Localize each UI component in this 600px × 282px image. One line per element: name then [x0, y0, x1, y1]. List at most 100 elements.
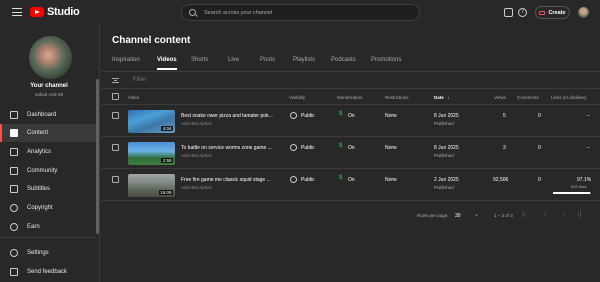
- channel-title: Your channel: [30, 83, 68, 89]
- column-video: Video: [128, 95, 140, 100]
- sidebar-item-label: Earn: [27, 224, 40, 230]
- monetization-value[interactable]: On: [348, 177, 355, 183]
- tab-promotions[interactable]: Promotions: [371, 57, 401, 63]
- content-icon: [10, 129, 18, 137]
- previous-page-icon[interactable]: ‹: [544, 211, 546, 218]
- messages-icon[interactable]: [504, 8, 513, 17]
- column-likes[interactable]: Likes (vs dislikes): [551, 95, 586, 100]
- column-date[interactable]: Date: [434, 95, 444, 100]
- duration-badge: 2:59: [161, 158, 173, 163]
- views-value: 5: [503, 113, 506, 119]
- page-range: 1 – 3 of 3: [494, 213, 513, 218]
- tab-podcasts[interactable]: Podcasts: [331, 57, 356, 63]
- chevron-down-icon[interactable]: ⌄: [474, 211, 479, 218]
- help-icon[interactable]: ?: [518, 8, 527, 17]
- duration-badge: 16:09: [158, 190, 173, 195]
- publish-status: Published: [434, 185, 454, 190]
- content-tabs: Inspiration Videos Shorts Live Posts Pla…: [101, 57, 600, 71]
- sidebar-item-analytics[interactable]: Analytics: [0, 143, 96, 161]
- comments-value: 0: [538, 145, 541, 151]
- sidebar: Your channel sahad cmk 69 Dashboard Cont…: [0, 24, 100, 282]
- menu-icon[interactable]: [12, 8, 22, 16]
- filter-input[interactable]: Filter: [133, 77, 146, 83]
- monetization-value[interactable]: On: [348, 145, 355, 151]
- video-thumbnail[interactable]: 2:59: [128, 142, 175, 165]
- table-row[interactable]: 2:59 To battle on service worms zone gam…: [101, 138, 600, 169]
- visibility-value[interactable]: Public: [301, 113, 315, 119]
- sidebar-item-content[interactable]: Content: [0, 124, 96, 142]
- tab-live[interactable]: Live: [228, 57, 239, 63]
- column-views[interactable]: Views: [494, 95, 506, 100]
- copyright-icon: [10, 204, 18, 212]
- column-comments[interactable]: Comments: [517, 95, 539, 100]
- active-tab-indicator: [157, 68, 177, 70]
- sidebar-item-feedback[interactable]: Send feedback: [0, 263, 96, 281]
- date-value: 2 Jun 2025: [434, 177, 459, 183]
- views-value: 3: [503, 145, 506, 151]
- sidebar-item-community[interactable]: Community: [0, 162, 96, 180]
- table-row[interactable]: 4:04 Best snake ower pizza and tamater p…: [101, 106, 600, 137]
- sort-arrow-icon[interactable]: ↓: [447, 95, 449, 100]
- top-bar: Studio Search across your channel ? Crea…: [0, 0, 600, 24]
- search-input[interactable]: Search across your channel: [181, 4, 420, 21]
- sidebar-item-label: Copyright: [27, 205, 53, 211]
- create-button[interactable]: Create: [535, 6, 570, 19]
- table-row[interactable]: 16:09 Free fire game me classic squid st…: [101, 170, 600, 201]
- search-placeholder: Search across your channel: [204, 9, 273, 16]
- video-thumbnail[interactable]: 4:04: [128, 110, 175, 133]
- select-all-checkbox[interactable]: [112, 93, 119, 100]
- publish-status: Published: [434, 153, 454, 158]
- column-monetization[interactable]: Monetization: [337, 95, 363, 100]
- likes-value: 97.1%: [577, 177, 592, 183]
- table-header: Video Visibility Monetization Restrictio…: [101, 90, 600, 105]
- duration-badge: 4:04: [161, 126, 173, 131]
- tab-inspiration[interactable]: Inspiration: [112, 57, 140, 63]
- rows-per-page-select[interactable]: 30: [455, 213, 461, 219]
- tab-shorts[interactable]: Shorts: [191, 57, 208, 63]
- tab-videos[interactable]: Videos: [157, 57, 177, 63]
- dashboard-icon: [10, 111, 18, 119]
- account-avatar[interactable]: [578, 7, 589, 18]
- earn-icon: [10, 223, 18, 231]
- pagination: Rows per page: 30 ⌄ 1 – 3 of 3 |‹ ‹ › ›|: [101, 208, 600, 223]
- globe-icon: [290, 144, 297, 151]
- studio-logo[interactable]: Studio: [30, 6, 80, 18]
- next-page-icon[interactable]: ›: [563, 211, 565, 218]
- column-restrictions[interactable]: Restrictions: [385, 95, 409, 100]
- tab-playlists[interactable]: Playlists: [293, 57, 315, 63]
- sidebar-item-dashboard[interactable]: Dashboard: [0, 106, 96, 124]
- sidebar-item-settings[interactable]: Settings: [0, 244, 96, 262]
- sidebar-divider: [0, 237, 96, 238]
- video-description[interactable]: Add description: [181, 153, 212, 158]
- like-ratio-bar: [553, 192, 591, 194]
- last-page-icon[interactable]: ›|: [577, 211, 581, 218]
- video-title[interactable]: Free fire game me classic squid stage ..…: [181, 177, 277, 183]
- dollar-icon: $: [339, 143, 343, 149]
- subtitles-icon: [10, 185, 18, 193]
- row-checkbox[interactable]: [112, 176, 119, 183]
- likes-count: 839 likes: [571, 184, 587, 189]
- sidebar-item-label: Analytics: [27, 149, 52, 155]
- column-visibility[interactable]: Visibility: [289, 95, 305, 100]
- video-thumbnail[interactable]: 16:09: [128, 174, 175, 197]
- visibility-value[interactable]: Public: [301, 145, 315, 151]
- rows-per-page-label: Rows per page:: [417, 213, 449, 218]
- monetization-value[interactable]: On: [348, 113, 355, 119]
- tab-posts[interactable]: Posts: [260, 57, 275, 63]
- sidebar-item-copyright[interactable]: Copyright: [0, 199, 96, 217]
- filter-icon[interactable]: [112, 78, 119, 83]
- sidebar-item-subtitles[interactable]: Subtitles: [0, 180, 96, 198]
- sidebar-scrollbar[interactable]: [96, 79, 99, 234]
- visibility-value[interactable]: Public: [301, 177, 315, 183]
- views-value: 92,506: [493, 177, 509, 183]
- first-page-icon[interactable]: |‹: [522, 211, 526, 218]
- filter-bar[interactable]: Filter: [101, 72, 600, 89]
- row-checkbox[interactable]: [112, 144, 119, 151]
- sidebar-item-earn[interactable]: Earn: [0, 218, 96, 236]
- channel-avatar[interactable]: [29, 36, 72, 79]
- video-title[interactable]: Best snake ower pizza and tamater pok...: [181, 113, 277, 119]
- video-description[interactable]: Add description: [181, 185, 212, 190]
- video-description[interactable]: Add description: [181, 121, 212, 126]
- row-checkbox[interactable]: [112, 112, 119, 119]
- video-title[interactable]: To battle on service worms zone game ...: [181, 145, 277, 151]
